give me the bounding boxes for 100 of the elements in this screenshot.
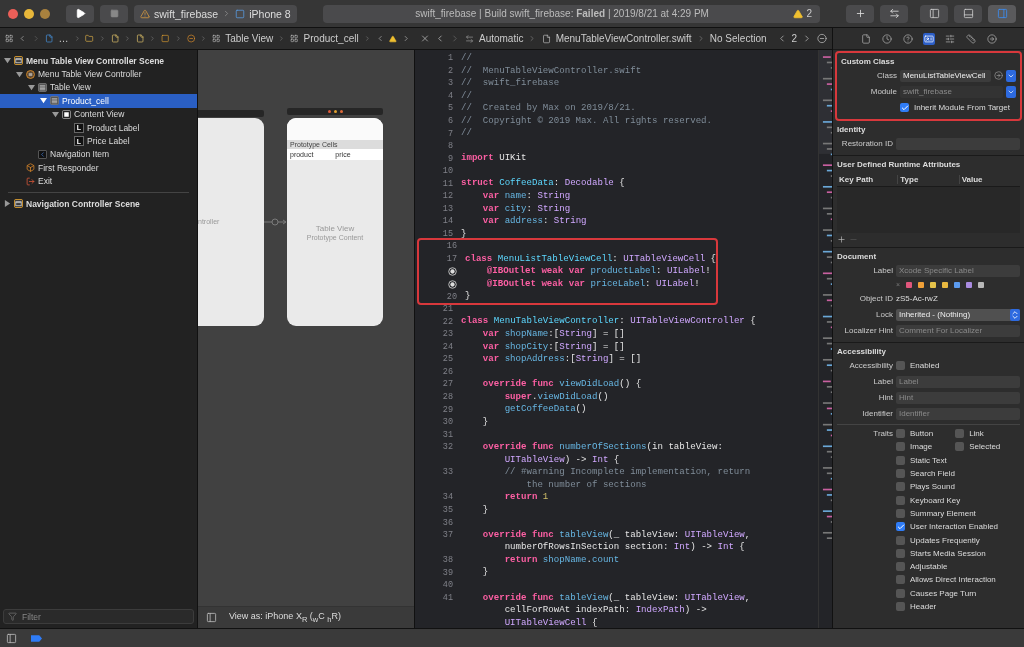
code-line: // — [461, 89, 472, 103]
class-field[interactable]: MenuListTableViewCell — [900, 69, 991, 82]
checkbox[interactable] — [896, 361, 905, 370]
window-close-button[interactable] — [8, 8, 18, 19]
field-label: Localizer Hint — [843, 326, 893, 335]
outline-item[interactable]: Menu Table View Controller — [0, 67, 197, 81]
column-header[interactable]: Value — [958, 175, 1020, 184]
panel-toggle-button[interactable] — [920, 4, 948, 23]
breadcrumb-label[interactable]: No Selection — [709, 33, 767, 44]
checkbox[interactable] — [896, 455, 905, 465]
disclosure-triangle-icon[interactable] — [4, 200, 11, 208]
warning-count[interactable]: 2 — [793, 8, 812, 19]
color-swatch[interactable] — [930, 281, 937, 288]
checkbox[interactable] — [896, 469, 905, 479]
outline-item[interactable]: Exit — [0, 174, 197, 188]
checkbox[interactable] — [896, 535, 905, 545]
checkbox[interactable] — [896, 522, 905, 532]
code-line: } — [481, 503, 489, 517]
outlet-connection-icon[interactable] — [448, 267, 457, 277]
disclosure-triangle-icon[interactable] — [16, 70, 23, 78]
color-swatch[interactable] — [942, 281, 949, 288]
code-line: var name: String — [481, 190, 571, 203]
text-field[interactable]: Label — [896, 375, 1020, 388]
inspector-tab[interactable] — [880, 32, 893, 45]
inspector-tab[interactable] — [859, 32, 872, 45]
breadcrumb-label[interactable]: … — [58, 33, 69, 44]
stop-button[interactable] — [100, 4, 128, 23]
code-line: struct CoffeeData: Decodable { — [461, 177, 625, 190]
outline-item[interactable]: Navigation Item — [0, 147, 197, 162]
disclosure-triangle-icon[interactable] — [4, 57, 11, 65]
checkbox[interactable] — [896, 548, 905, 558]
breadcrumb-label[interactable]: MenuTableViewController.swift — [555, 33, 692, 44]
field-label: Restoration ID — [840, 139, 893, 148]
checkbox[interactable] — [896, 495, 905, 505]
disclosure-triangle-icon[interactable] — [28, 83, 35, 91]
color-swatch[interactable] — [966, 281, 973, 288]
inspector-tab[interactable] — [964, 32, 977, 45]
line-number: 17 — [446, 254, 457, 264]
checkbox[interactable] — [896, 429, 905, 439]
window-zoom-button[interactable] — [40, 8, 50, 19]
outline-item[interactable]: Menu Table View Controller Scene — [0, 54, 197, 68]
text-field[interactable]: Identifier — [896, 407, 1020, 420]
lock-popup[interactable]: Inherited - (Nothing) — [896, 308, 1020, 321]
outline-item[interactable]: Navigation Controller Scene — [0, 196, 197, 211]
module-field[interactable]: swift_firebase — [900, 85, 1003, 98]
outline-item[interactable]: Table View — [0, 80, 197, 95]
outline-item[interactable]: First Responder — [0, 161, 197, 175]
breadcrumb-label[interactable]: Table View — [225, 33, 274, 44]
checkbox[interactable] — [896, 588, 905, 598]
library-button[interactable] — [846, 4, 874, 23]
inspector-tab[interactable] — [943, 32, 956, 45]
checkbox[interactable] — [896, 562, 905, 572]
checkbox[interactable] — [896, 602, 905, 611]
disclosure-triangle-icon[interactable] — [40, 97, 47, 105]
id-card-icon — [923, 33, 934, 44]
breakpoints-icon[interactable] — [31, 634, 42, 642]
color-swatch[interactable] — [978, 281, 985, 288]
file-icon — [110, 33, 120, 44]
line-number: 3 — [447, 78, 453, 89]
outline-item[interactable]: Product_cell — [0, 94, 197, 108]
text-field[interactable]: Hint — [896, 391, 1020, 404]
line-number: 9 — [447, 153, 453, 164]
section-title: Document — [837, 252, 878, 261]
code-review-button[interactable] — [880, 4, 908, 23]
outline-item[interactable]: Content View — [0, 107, 197, 121]
dropdown-button[interactable] — [1006, 69, 1016, 82]
color-swatch[interactable] — [906, 281, 913, 288]
close-icon — [420, 33, 430, 44]
color-swatch[interactable] — [918, 281, 925, 288]
file-icon — [860, 33, 871, 44]
checkbox[interactable] — [896, 508, 905, 518]
filter-field[interactable]: Filter — [3, 609, 194, 624]
window-minimize-button[interactable] — [24, 8, 34, 19]
checkbox[interactable] — [955, 429, 965, 439]
breadcrumb-label[interactable]: Automatic — [478, 33, 524, 44]
checkbox[interactable] — [896, 442, 905, 452]
label-field[interactable]: Xcode Specific Label — [896, 264, 1020, 277]
filter-input[interactable]: Filter — [20, 610, 189, 623]
checkbox[interactable] — [900, 103, 909, 112]
scheme-selector[interactable]: swift_firebase iPhone 8 — [134, 4, 297, 23]
dropdown-button[interactable] — [1006, 85, 1016, 98]
inspector-tab[interactable] — [922, 32, 935, 45]
table-view-icon — [211, 33, 221, 44]
panel-toggle-button[interactable] — [954, 4, 982, 23]
localizer-hint-field[interactable]: Comment For Localizer — [896, 324, 1020, 337]
inspector-tab[interactable] — [985, 32, 998, 45]
code-line: var shopAddress:[String] = [] — [481, 353, 642, 366]
inspector-tab[interactable] — [901, 32, 914, 45]
checkbox[interactable] — [896, 575, 905, 585]
run-button[interactable] — [66, 4, 94, 23]
panel-toggle-button[interactable] — [988, 4, 1016, 23]
column-header[interactable]: Type — [897, 175, 959, 184]
outlet-connection-icon[interactable] — [448, 279, 457, 289]
disclosure-triangle-icon[interactable] — [52, 110, 59, 118]
column-header[interactable]: Key Path — [837, 175, 898, 184]
breadcrumb-label[interactable]: Product_cell — [303, 33, 359, 44]
checkbox-label: Allows Direct Interaction — [910, 575, 996, 585]
checkbox[interactable] — [955, 442, 965, 452]
checkbox[interactable] — [896, 482, 905, 492]
color-swatch[interactable] — [954, 281, 961, 288]
